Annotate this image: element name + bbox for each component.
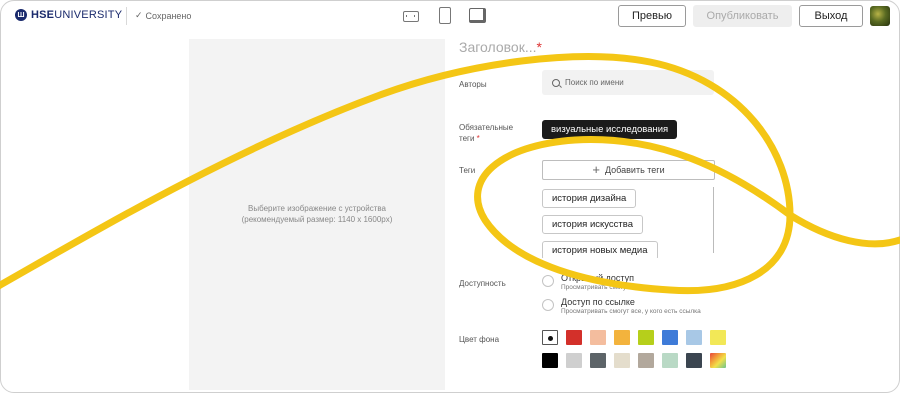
tag-chip[interactable]: история дизайна bbox=[542, 189, 637, 208]
logo-brand-rest: UNIVERSITY bbox=[54, 9, 123, 21]
access-label: Доступность bbox=[459, 279, 506, 288]
link-access-title: Доступ по ссылке bbox=[561, 297, 635, 307]
add-tags-button[interactable]: + Добавить теги bbox=[542, 160, 715, 180]
color-swatch[interactable] bbox=[614, 330, 630, 345]
color-swatch[interactable] bbox=[638, 353, 654, 368]
radio-link-access[interactable] bbox=[542, 299, 554, 311]
author-search-placeholder: Поиск по имени bbox=[565, 78, 624, 87]
tags-label: Теги bbox=[459, 166, 476, 175]
required-tags-label: Обязательные теги * bbox=[459, 123, 514, 143]
color-swatch[interactable] bbox=[542, 353, 558, 368]
color-swatch[interactable] bbox=[590, 353, 606, 368]
top-bar: Ш HSEUNIVERSITY ✓ Сохранено Превью Опубл… bbox=[1, 1, 899, 32]
color-swatch[interactable] bbox=[662, 353, 678, 368]
tablet-landscape-icon[interactable] bbox=[403, 11, 419, 22]
desktop-icon[interactable] bbox=[469, 8, 486, 23]
logo-brand: HSE bbox=[31, 9, 55, 21]
tag-list: история дизайна история искусства истори… bbox=[542, 186, 715, 258]
title-input[interactable]: Заголовок...* bbox=[459, 39, 542, 55]
color-swatch[interactable] bbox=[710, 353, 726, 368]
editor-window: Ш HSEUNIVERSITY ✓ Сохранено Превью Опубл… bbox=[0, 0, 900, 393]
tag-chip[interactable]: история новых медиа bbox=[542, 241, 658, 258]
color-swatch[interactable] bbox=[614, 353, 630, 368]
publish-button[interactable]: Опубликовать bbox=[693, 5, 792, 27]
color-swatch[interactable] bbox=[638, 330, 654, 345]
tag-chip[interactable]: история искусства bbox=[542, 215, 643, 234]
required-tag-chip[interactable]: визуальные исследования bbox=[542, 120, 678, 139]
color-swatch[interactable] bbox=[686, 353, 702, 368]
required-mark: * bbox=[536, 39, 542, 55]
save-status: ✓ Сохранено bbox=[135, 10, 191, 21]
exit-button[interactable]: Выход bbox=[799, 5, 863, 27]
background-color-label: Цвет фона bbox=[459, 335, 500, 344]
link-access-subtitle: Просматривать смогут все, у кого есть сс… bbox=[561, 308, 701, 315]
open-access-title: Открытый доступ bbox=[561, 273, 635, 283]
color-swatch[interactable] bbox=[686, 330, 702, 345]
authors-label: Авторы bbox=[459, 80, 487, 89]
preview-button[interactable]: Превью bbox=[618, 5, 686, 27]
plus-icon: + bbox=[592, 162, 600, 177]
hse-logo[interactable]: Ш HSEUNIVERSITY bbox=[15, 9, 122, 21]
image-upload-hint: Выберите изображение с устройства (реком… bbox=[241, 204, 393, 224]
author-search-input[interactable]: Поиск по имени bbox=[542, 70, 714, 95]
color-swatch[interactable] bbox=[566, 353, 582, 368]
color-swatch[interactable] bbox=[542, 330, 558, 345]
color-swatch[interactable] bbox=[710, 330, 726, 345]
add-tags-label: Добавить теги bbox=[604, 165, 665, 175]
image-upload-area[interactable]: Выберите изображение с устройства (реком… bbox=[189, 39, 445, 390]
hse-logo-icon: Ш bbox=[15, 9, 27, 21]
radio-open-access[interactable] bbox=[542, 275, 554, 287]
open-access-subtitle: Просматривать смогут все bbox=[561, 284, 642, 291]
title-placeholder: Заголовок... bbox=[459, 39, 537, 55]
avatar[interactable] bbox=[870, 6, 890, 26]
color-swatch[interactable] bbox=[662, 330, 678, 345]
color-swatch[interactable] bbox=[590, 330, 606, 345]
header-divider bbox=[126, 7, 127, 25]
save-status-label: Сохранено bbox=[145, 10, 192, 21]
search-icon bbox=[552, 78, 560, 87]
tablet-portrait-icon[interactable] bbox=[439, 7, 451, 24]
color-swatch[interactable] bbox=[566, 330, 582, 345]
checkmark-icon: ✓ bbox=[135, 10, 143, 20]
tag-list-scrollbar[interactable] bbox=[713, 187, 714, 253]
